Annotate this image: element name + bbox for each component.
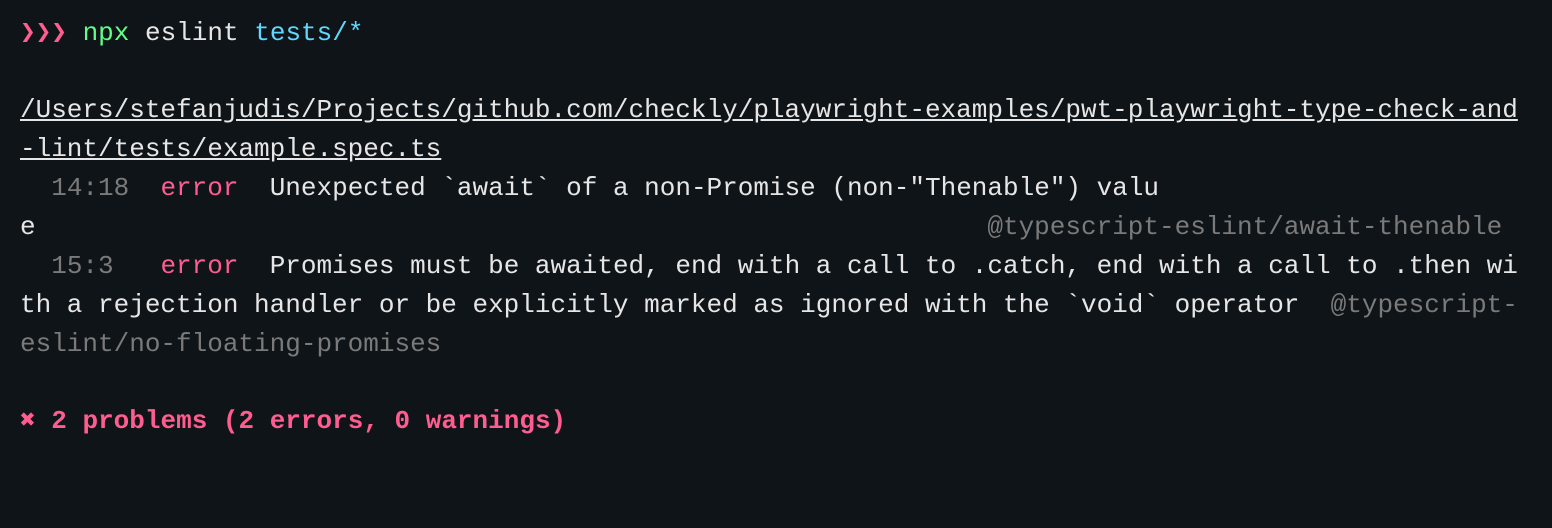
- problems-summary: ✖ 2 problems (2 errors, 0 warnings): [20, 402, 1532, 441]
- cross-icon: ✖: [20, 406, 36, 436]
- prompt-symbol: ❯❯❯: [20, 18, 67, 48]
- error-rule: @typescript-eslint/await-thenable: [987, 212, 1502, 242]
- error-severity: error: [160, 173, 238, 203]
- file-path: /Users/stefanjudis/Projects/github.com/c…: [20, 91, 1532, 169]
- error-location: 15:3: [51, 251, 113, 281]
- command-argument: tests/*: [254, 18, 363, 48]
- command-eslint: eslint: [145, 18, 239, 48]
- command-prompt-line: ❯❯❯ npx eslint tests/*: [20, 14, 1532, 53]
- command-npx: npx: [83, 18, 130, 48]
- error-row-1: 14:18 error Unexpected `await` of a non-…: [20, 169, 1532, 247]
- error-row-2: 15:3 error Promises must be awaited, end…: [20, 247, 1532, 364]
- error-location: 14:18: [51, 173, 129, 203]
- summary-text: 2 problems (2 errors, 0 warnings): [51, 406, 566, 436]
- error-severity: error: [160, 251, 238, 281]
